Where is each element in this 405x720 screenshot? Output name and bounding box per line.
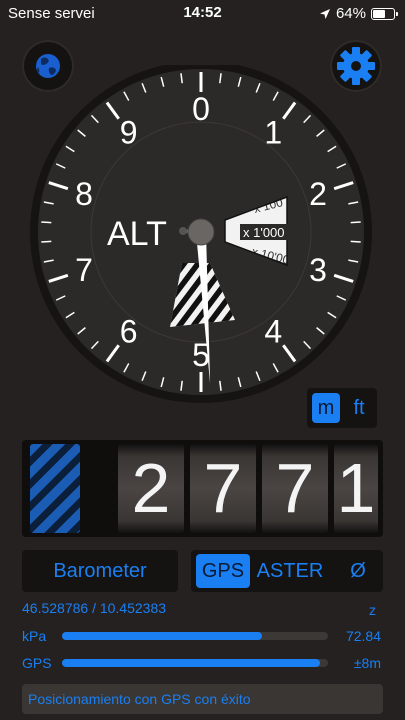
- source-gps-button[interactable]: GPS: [196, 554, 250, 588]
- z-label: z: [369, 602, 376, 618]
- altimeter-dial: 0123456789 x 100 x 10'000 x 1'000 ALT: [30, 65, 372, 403]
- battery-fill: [373, 9, 386, 18]
- dial-numeral: 8: [75, 176, 93, 212]
- gps-accuracy-value: ±8m: [353, 655, 381, 671]
- dial-tick: [41, 221, 52, 224]
- needle-hub: [187, 218, 215, 246]
- status-message-box: Posicionamiento con GPS con éxito: [22, 684, 383, 714]
- gps-accuracy-bar: [62, 659, 321, 667]
- needle-tail-cap: [179, 227, 187, 235]
- source-aster-button[interactable]: ASTER: [255, 554, 325, 588]
- unit-toggle: m ft: [307, 388, 377, 428]
- gps-accuracy-label: GPS: [22, 655, 52, 671]
- counter-digit: 7: [190, 444, 256, 533]
- dial-numeral: 2: [309, 176, 327, 212]
- counter-digit: 7: [262, 444, 328, 533]
- alt-label: ALT: [107, 215, 167, 253]
- dial-tick: [350, 221, 361, 224]
- unit-feet-button[interactable]: ft: [345, 393, 373, 423]
- pressure-bar: [62, 632, 262, 640]
- source-selector: GPS ASTER Ø: [191, 550, 383, 592]
- battery-percent: 64%: [335, 5, 366, 22]
- dial-numeral: 6: [120, 314, 138, 350]
- gps-accuracy-bar-track: [62, 659, 328, 667]
- coordinates: 46.528786 / 10.452383: [22, 600, 167, 616]
- pressure-label: kPa: [22, 628, 47, 644]
- dial-tick: [350, 240, 361, 243]
- dial-numeral: 0: [192, 91, 210, 127]
- dial-numeral: 4: [264, 314, 282, 350]
- counter-stripe-cell: [30, 444, 80, 533]
- altitude-counter: 2 7 7 1: [22, 440, 383, 537]
- unit-metric-button[interactable]: m: [312, 393, 340, 423]
- status-message: Posicionamiento con GPS con éxito: [28, 691, 251, 707]
- pressure-bar-track: [62, 632, 328, 640]
- dial-tick: [41, 240, 52, 243]
- barometer-button[interactable]: Barometer: [22, 550, 178, 592]
- status-bar: Sense servei 14:52 64%: [0, 0, 405, 26]
- window-label-thousands: x 1'000: [243, 225, 285, 240]
- dial-numeral: 7: [75, 252, 93, 288]
- dial-numeral: 1: [264, 114, 282, 150]
- pressure-value: 72.84: [345, 628, 381, 644]
- battery-icon: [371, 7, 398, 20]
- location-arrow-icon: [319, 8, 330, 19]
- dial-numeral: 3: [309, 252, 327, 288]
- status-right: 64%: [319, 5, 398, 22]
- source-none-button[interactable]: Ø: [343, 554, 373, 588]
- counter-digit: 1: [334, 444, 378, 533]
- dial-numeral: 9: [120, 114, 138, 150]
- counter-digit: 2: [118, 444, 184, 533]
